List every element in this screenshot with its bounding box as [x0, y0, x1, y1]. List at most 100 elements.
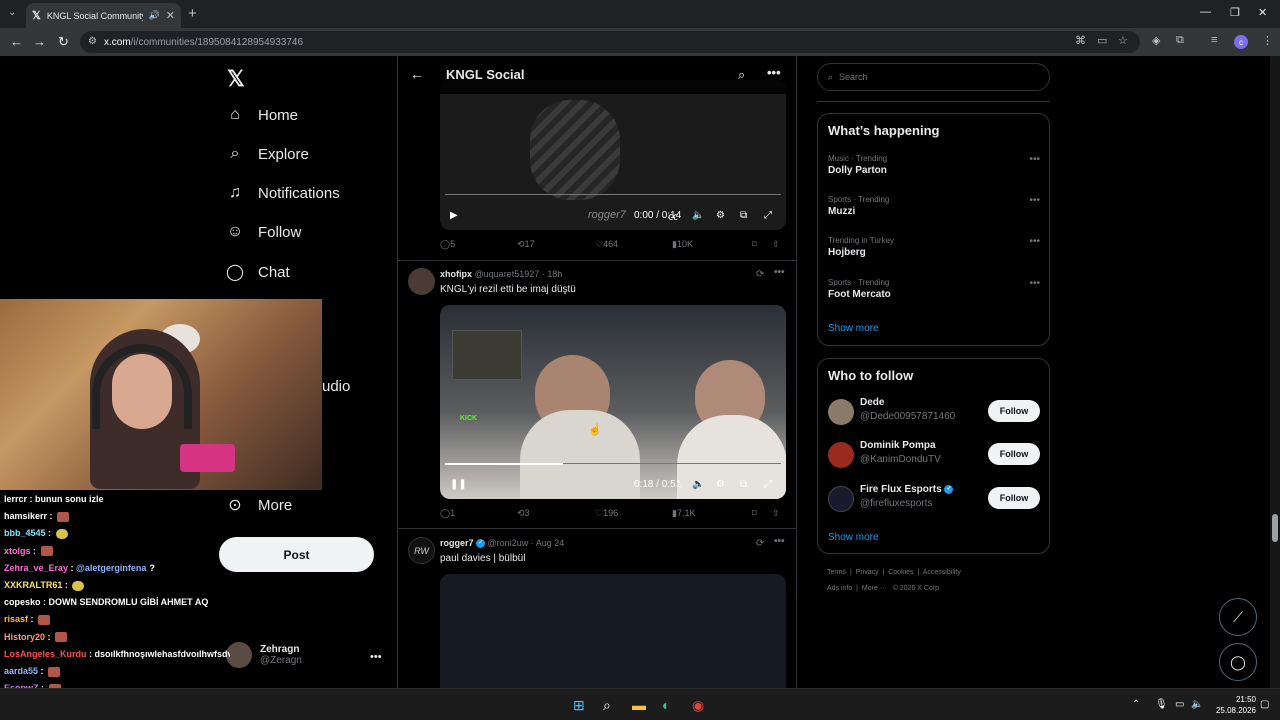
volume-icon[interactable]: 🔈 — [692, 210, 704, 221]
footer-link[interactable]: More ··· — [862, 585, 887, 592]
trend-more-icon[interactable]: ••• — [1029, 278, 1040, 289]
footer-link[interactable]: Cookies — [888, 569, 913, 576]
bookmark-icon[interactable]: ⌑ — [752, 239, 757, 250]
messages-fab-icon[interactable]: ◯ — [1219, 643, 1257, 681]
follow-button[interactable]: Follow — [988, 443, 1040, 465]
grok-icon[interactable]: ⟳ — [756, 538, 764, 549]
trend-item[interactable]: Sports · Trending Foot Mercato ••• — [828, 278, 1040, 300]
search-input[interactable]: ⌕ Search — [817, 63, 1050, 91]
grok-icon[interactable]: ⟳ — [756, 269, 764, 280]
tab-search-icon[interactable]: ⌄ — [8, 7, 16, 18]
volume-icon[interactable]: 🔈 — [1191, 699, 1203, 710]
trend-more-icon[interactable]: ••• — [1029, 154, 1040, 165]
bookmark-star-icon[interactable]: ☆ — [1118, 34, 1128, 47]
maximize-icon[interactable]: ❐ — [1230, 6, 1240, 19]
tweet-author-handle[interactable]: @roni2uw — [488, 538, 529, 548]
nav-notifications[interactable]: ♫ Notifications — [226, 184, 340, 202]
minimize-icon[interactable]: — — [1200, 6, 1211, 18]
trend-more-icon[interactable]: ••• — [1029, 236, 1040, 247]
video-progress-track[interactable] — [445, 194, 781, 195]
reload-icon[interactable]: ↻ — [58, 34, 69, 50]
share-icon[interactable]: ⇧ — [772, 508, 780, 519]
nav-follow[interactable]: ☺ Follow — [226, 223, 302, 241]
microphone-icon[interactable]: 🎙 — [1155, 699, 1168, 710]
grok-fab-icon[interactable]: ⟋ — [1219, 598, 1257, 636]
taskbar-clock[interactable]: 21:50 25.08.2026 — [1208, 694, 1256, 716]
search-icon[interactable]: ⌕ — [738, 67, 745, 83]
show-more-link[interactable]: Show more — [828, 532, 879, 543]
edge-icon[interactable]: ◐ — [662, 697, 670, 713]
tweet-author-name[interactable]: rogger7 — [440, 538, 474, 548]
bookmark-icon[interactable]: ⌑ — [752, 508, 757, 519]
menu-icon[interactable]: ⋮ — [1262, 34, 1273, 47]
trend-more-icon[interactable]: ••• — [1029, 195, 1040, 206]
address-bar[interactable]: ⚙ x.com/i/communities/189508412895493374… — [80, 31, 1140, 53]
nav-partial-item[interactable]: udio — [322, 378, 350, 395]
reply-button[interactable]: ◯ 1 — [440, 508, 455, 519]
footer-link[interactable]: Ads info — [827, 585, 852, 592]
chrome-icon[interactable]: ◉ — [692, 697, 704, 714]
views-button[interactable]: ▮ 7.1K — [672, 508, 695, 519]
captions-icon[interactable]: ㏄ — [668, 208, 678, 223]
tweet-more-icon[interactable]: ••• — [774, 267, 785, 278]
trend-item[interactable]: Trending in Turkey Hojberg ••• — [828, 236, 1040, 258]
pip-icon[interactable]: ⧉ — [740, 210, 747, 221]
trend-item[interactable]: Music · Trending Dolly Parton ••• — [828, 154, 1040, 176]
back-icon[interactable]: ← — [10, 34, 23, 49]
follow-suggestion[interactable]: Dominik Pompa @KanimDonduTV Follow — [828, 440, 1040, 470]
footer-link[interactable]: Accessibility — [923, 569, 961, 576]
follow-suggestion[interactable]: Dede @Dede00957871460 Follow — [828, 397, 1040, 427]
tweet-time[interactable]: 18h — [547, 269, 562, 279]
page-scrollbar[interactable] — [1270, 56, 1280, 688]
footer-link[interactable]: Privacy — [856, 569, 879, 576]
reply-button[interactable]: ◯ 5 — [440, 239, 455, 250]
more-icon[interactable]: ••• — [767, 65, 781, 80]
footer-link[interactable]: Terms — [827, 569, 846, 576]
back-arrow-icon[interactable]: ← — [410, 66, 424, 82]
forward-icon[interactable]: → — [33, 34, 46, 49]
network-icon[interactable]: ▭ — [1175, 699, 1184, 710]
avatar[interactable] — [408, 268, 435, 295]
tweet-author-name[interactable]: xhofipx — [440, 269, 472, 279]
windows-start-icon[interactable]: ⊞ — [573, 697, 585, 714]
pip-icon[interactable]: ⧉ — [740, 479, 747, 490]
site-info-icon[interactable]: ⚙ — [88, 36, 97, 47]
like-button[interactable]: ♡ 464 — [595, 239, 618, 250]
pause-icon[interactable]: ❚❚ — [450, 479, 467, 490]
trend-item[interactable]: Sports · Trending Muzzi ••• — [828, 195, 1040, 217]
new-tab-icon[interactable]: + — [188, 5, 197, 22]
search-icon[interactable]: ⌕ — [603, 697, 611, 714]
tweet-video[interactable]: KICK ❚❚ 0:18 / 0:51 🔈 ⚙ ⧉ ⤢ ☝ — [440, 305, 786, 499]
puzzle-icon[interactable]: ⧉ — [1176, 34, 1184, 47]
close-window-icon[interactable]: ✕ — [1258, 6, 1267, 19]
x-logo-icon[interactable]: 𝕏 — [227, 66, 245, 92]
share-icon[interactable]: ⇧ — [772, 239, 780, 250]
file-explorer-icon[interactable]: ▬ — [632, 697, 646, 713]
follow-button[interactable]: Follow — [988, 400, 1040, 422]
nav-home[interactable]: ⌂ Home — [226, 106, 298, 124]
profile-avatar-icon[interactable]: c — [1234, 35, 1248, 49]
scrollbar-thumb[interactable] — [1272, 514, 1278, 542]
tweet-video[interactable]: ▶ rogger7 0:00 / 0:14 ㏄ 🔈 ⚙ ⧉ ⤢ — [440, 80, 786, 230]
show-more-link[interactable]: Show more — [828, 323, 879, 334]
tweet-more-icon[interactable]: ••• — [774, 536, 785, 547]
like-button[interactable]: ♡ 196 — [595, 508, 618, 519]
views-button[interactable]: ▮ 10K — [672, 239, 693, 250]
nav-explore[interactable]: ⌕ Explore — [226, 145, 309, 163]
tweet-video[interactable] — [440, 574, 786, 688]
play-icon[interactable]: ▶ — [450, 210, 458, 221]
fullscreen-icon[interactable]: ⤢ — [764, 479, 772, 490]
browser-tab[interactable]: 𝕏 KNGL Social Community / X 🔊 ✕ — [26, 3, 181, 28]
close-tab-icon[interactable]: ✕ — [166, 9, 175, 22]
tray-chevron-icon[interactable]: ⌃ — [1132, 699, 1140, 710]
media-control-icon[interactable]: ≡ — [1211, 34, 1217, 46]
tweet-time[interactable]: Aug 24 — [536, 538, 565, 548]
translate-icon[interactable]: ⌘ — [1075, 34, 1086, 47]
fullscreen-icon[interactable]: ⤢ — [764, 210, 772, 221]
volume-icon[interactable]: 🔈 — [692, 479, 704, 490]
notification-icon[interactable]: ▢ — [1260, 699, 1269, 710]
retweet-button[interactable]: ⟲ 17 — [517, 239, 535, 250]
retweet-button[interactable]: ⟲ 3 — [517, 508, 530, 519]
account-switcher[interactable]: Zehragn @Zeragn — [226, 642, 302, 668]
nav-more[interactable]: ⊙ More — [226, 495, 292, 515]
